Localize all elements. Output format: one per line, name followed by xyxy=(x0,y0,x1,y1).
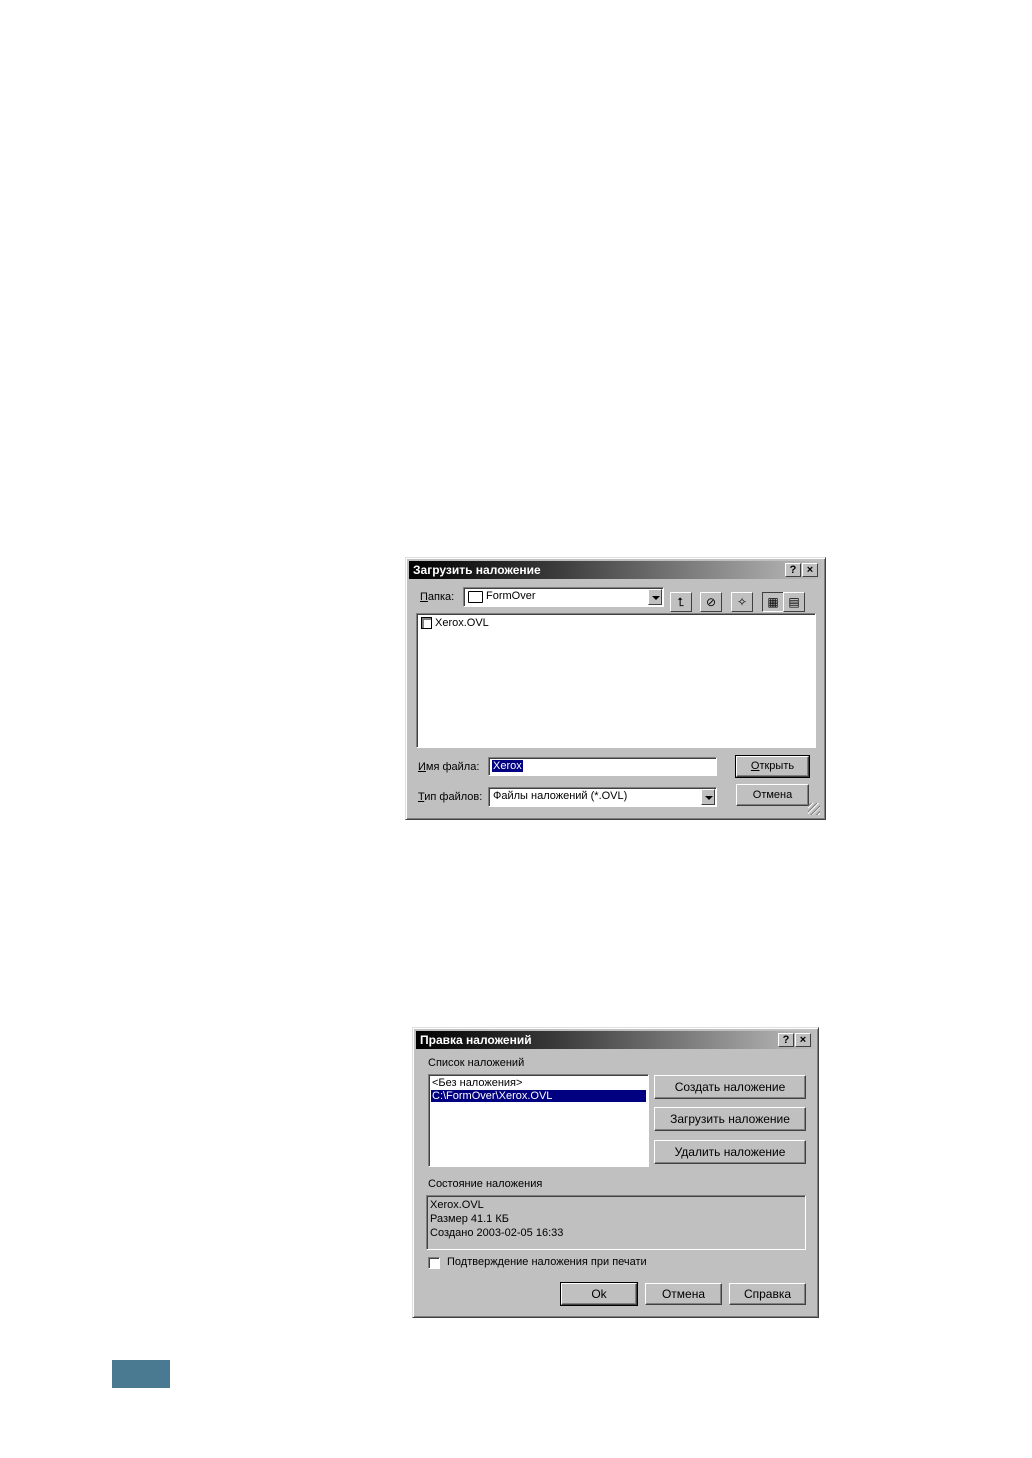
dialog-title: Загрузить наложение xyxy=(409,561,822,579)
help-title-button[interactable]: ? xyxy=(785,563,801,577)
list-item[interactable]: Xerox.OVL xyxy=(421,617,489,629)
page-tab-marker xyxy=(112,1360,170,1388)
folder-icon xyxy=(468,591,483,603)
new-folder-button[interactable]: ✧ xyxy=(731,592,753,612)
filename-label: Имя файла: xyxy=(418,761,480,773)
create-overlay-button[interactable]: Создать наложение xyxy=(654,1075,806,1099)
filetype-label: Тип файлов: xyxy=(418,791,483,803)
cancel-button[interactable]: Отмена xyxy=(736,784,809,806)
status-line: Создано 2003-02-05 16:33 xyxy=(430,1227,564,1239)
help-title-button[interactable]: ? xyxy=(778,1033,794,1047)
list-item[interactable]: <Без наложения> xyxy=(432,1077,522,1089)
status-line: Xerox.OVL xyxy=(430,1199,484,1211)
dialog-title: Правка наложений xyxy=(416,1031,815,1049)
help-button[interactable]: Справка xyxy=(729,1283,806,1305)
filename-value: Xerox xyxy=(492,760,523,772)
filetype-select[interactable]: Файлы наложений (*.OVL) xyxy=(488,787,717,807)
up-folder-icon: ⮤ xyxy=(677,595,685,609)
close-icon[interactable]: × xyxy=(802,563,818,577)
filename-input[interactable]: Xerox xyxy=(488,757,717,776)
load-overlay-button[interactable]: Загрузить наложение xyxy=(654,1107,806,1131)
status-line: Размер 41.1 КБ xyxy=(430,1213,509,1225)
list-view-icon: ▦ xyxy=(767,595,779,609)
desktop-icon: ⊘ xyxy=(705,595,717,609)
folder-select[interactable]: FormOver xyxy=(463,587,664,607)
file-list[interactable]: Xerox.OVL xyxy=(416,613,816,748)
details-view-icon: ▤ xyxy=(788,595,800,609)
ok-button[interactable]: Ok xyxy=(560,1282,638,1306)
confirm-checkbox-label[interactable]: Подтверждение наложения при печати xyxy=(447,1256,647,1268)
filetype-value: Файлы наложений (*.OVL) xyxy=(493,790,628,802)
desktop-button[interactable]: ⊘ xyxy=(700,592,722,612)
up-folder-button[interactable]: ⮤ xyxy=(670,592,692,612)
cancel-button[interactable]: Отмена xyxy=(645,1283,722,1305)
chevron-down-icon[interactable] xyxy=(701,789,715,805)
overlay-file-icon xyxy=(421,617,432,629)
overlay-status-box: Xerox.OVL Размер 41.1 КБ Создано 2003-02… xyxy=(426,1195,806,1250)
file-name: Xerox.OVL xyxy=(435,617,489,629)
list-view-button[interactable]: ▦ xyxy=(762,592,784,612)
overlay-list-label: Список наложений xyxy=(428,1057,525,1069)
details-view-button[interactable]: ▤ xyxy=(783,592,805,612)
new-folder-icon: ✧ xyxy=(736,595,748,609)
resize-grip-icon[interactable] xyxy=(808,803,820,815)
confirm-checkbox[interactable] xyxy=(428,1257,440,1269)
delete-overlay-button[interactable]: Удалить наложение xyxy=(654,1140,806,1164)
close-icon[interactable]: × xyxy=(795,1033,811,1047)
edit-overlays-dialog: Правка наложений ? × xyxy=(412,1027,819,1318)
folder-value: FormOver xyxy=(486,590,536,602)
overlay-status-label: Состояние наложения xyxy=(428,1178,543,1190)
chevron-down-icon[interactable] xyxy=(648,589,662,605)
folder-label: Папка: xyxy=(420,591,455,603)
open-button[interactable]: Открыть xyxy=(735,755,810,778)
list-item[interactable]: C:\FormOver\Xerox.OVL xyxy=(431,1090,646,1102)
overlay-list[interactable]: <Без наложения> C:\FormOver\Xerox.OVL xyxy=(428,1074,649,1167)
